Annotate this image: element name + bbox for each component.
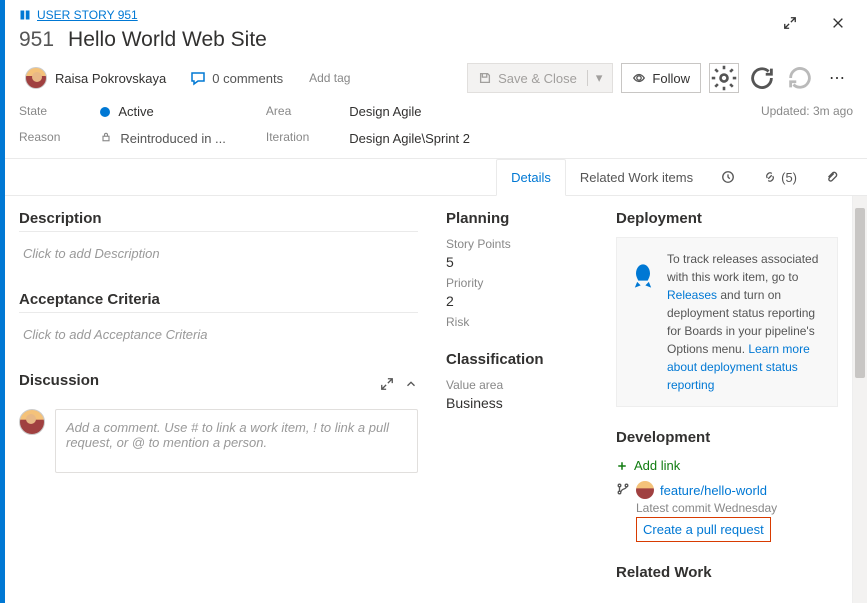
save-close-button[interactable]: Save & Close ▾ [467, 63, 613, 93]
comments-button[interactable]: 0 comments [190, 70, 283, 86]
acceptance-field[interactable]: Click to add Acceptance Criteria [19, 319, 418, 350]
priority-label: Priority [446, 276, 588, 290]
development-heading: Development [616, 429, 838, 450]
value-area-value[interactable]: Business [446, 395, 588, 411]
expand-icon[interactable] [380, 377, 394, 394]
tab-links[interactable]: (5) [749, 160, 811, 195]
links-count: (5) [781, 170, 797, 185]
risk-label: Risk [446, 315, 588, 329]
add-tag-button[interactable]: Add tag [301, 67, 358, 89]
scrollbar-thumb[interactable] [855, 208, 865, 378]
planning-heading: Planning [446, 210, 588, 231]
classification-heading: Classification [446, 351, 588, 372]
state-dot-icon [100, 107, 110, 117]
add-link-button[interactable]: Add link [616, 458, 838, 473]
undo-button[interactable] [785, 63, 815, 93]
tab-history[interactable] [707, 160, 749, 194]
settings-button[interactable] [709, 63, 739, 93]
work-item-id: 951 [19, 28, 54, 52]
follow-button[interactable]: Follow [621, 63, 701, 93]
story-points-label: Story Points [446, 237, 588, 251]
work-item-title[interactable]: Hello World Web Site [68, 28, 267, 52]
area-label: Area [266, 104, 309, 118]
discussion-input[interactable]: Add a comment. Use # to link a work item… [55, 409, 418, 473]
tab-attachments[interactable] [811, 160, 853, 194]
close-button[interactable] [823, 8, 853, 38]
add-link-label: Add link [634, 458, 680, 473]
book-icon [19, 9, 31, 21]
updated-text: Updated: 3m ago [761, 104, 853, 146]
discussion-heading: Discussion [19, 372, 380, 393]
reason-label: Reason [19, 130, 60, 144]
refresh-button[interactable] [747, 63, 777, 93]
scrollbar[interactable] [852, 196, 867, 603]
tab-details[interactable]: Details [496, 159, 566, 196]
description-heading: Description [19, 210, 418, 232]
branch-icon [616, 482, 630, 499]
chevron-down-icon: ▾ [587, 70, 603, 86]
rocket-icon [629, 262, 657, 290]
tab-related[interactable]: Related Work items [566, 160, 707, 195]
reason-value: Reintroduced in ... [120, 131, 226, 146]
avatar [19, 409, 45, 435]
fullscreen-button[interactable] [775, 8, 805, 38]
assignee-picker[interactable]: Raisa Pokrovskaya [19, 64, 172, 92]
assignee-name: Raisa Pokrovskaya [55, 71, 166, 86]
iteration-label: Iteration [266, 130, 309, 144]
avatar [25, 67, 47, 89]
releases-link[interactable]: Releases [667, 288, 717, 302]
create-pr-highlight: Create a pull request [636, 517, 771, 542]
area-value[interactable]: Design Agile [349, 104, 470, 119]
priority-value[interactable]: 2 [446, 293, 588, 309]
reason-picker[interactable]: Reintroduced in ... [100, 131, 226, 146]
description-field[interactable]: Click to add Description [19, 238, 418, 269]
more-actions-button[interactable]: ⋯ [823, 63, 853, 93]
breadcrumb-link[interactable]: USER STORY 951 [37, 8, 138, 22]
value-area-label: Value area [446, 378, 588, 392]
commit-meta: Latest commit Wednesday [636, 501, 838, 515]
related-work-heading: Related Work [616, 564, 838, 585]
collapse-icon[interactable] [404, 377, 418, 394]
deployment-heading: Deployment [616, 210, 838, 231]
follow-label: Follow [652, 71, 690, 86]
deployment-card: To track releases associated with this w… [616, 237, 838, 407]
breadcrumb: USER STORY 951 [19, 8, 853, 22]
create-pr-link[interactable]: Create a pull request [643, 522, 764, 537]
state-picker[interactable]: Active [100, 104, 226, 119]
state-value: Active [118, 104, 153, 119]
lock-icon [100, 131, 112, 146]
iteration-value[interactable]: Design Agile\Sprint 2 [349, 131, 470, 146]
branch-link[interactable]: feature/hello-world [660, 483, 767, 498]
acceptance-heading: Acceptance Criteria [19, 291, 418, 313]
comments-count: 0 comments [212, 71, 283, 86]
story-points-value[interactable]: 5 [446, 254, 588, 270]
save-label: Save & Close [498, 71, 577, 86]
avatar [636, 481, 654, 499]
state-label: State [19, 104, 60, 118]
